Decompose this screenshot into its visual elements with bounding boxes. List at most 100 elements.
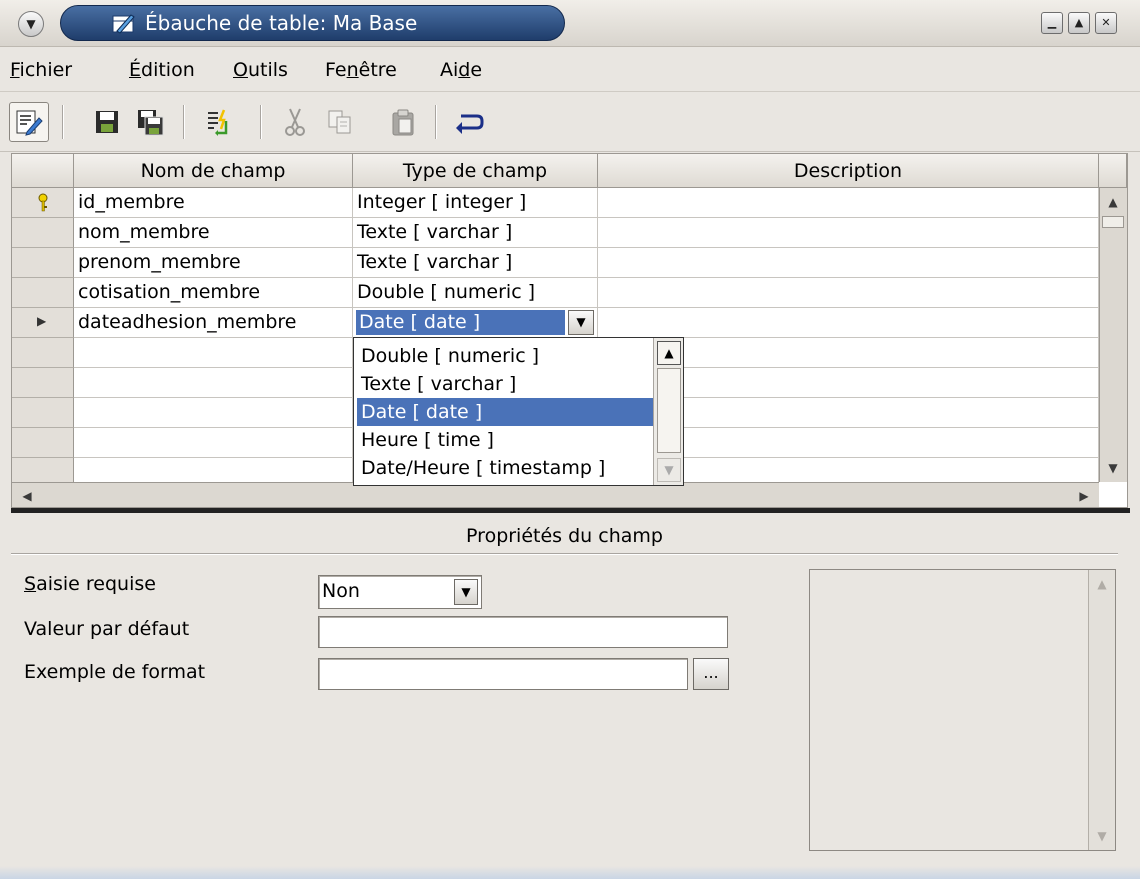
chevron-down-icon[interactable]: ▼ (454, 579, 478, 605)
dropdown-scroll-thumb[interactable] (657, 368, 681, 453)
default-value-input[interactable] (318, 616, 728, 648)
window-menu-button[interactable]: ▼ (18, 11, 44, 37)
field-description-cell[interactable] (598, 278, 1099, 308)
column-header-name[interactable]: Nom de champ (74, 154, 353, 188)
cut-button[interactable] (275, 102, 315, 142)
close-button[interactable]: ✕ (1095, 12, 1117, 34)
paste-icon (392, 109, 414, 136)
edit-mode-icon (16, 110, 43, 136)
menu-aide[interactable]: Aide (440, 58, 482, 82)
field-name-cell[interactable]: cotisation_membre (74, 278, 353, 308)
help-scroll-down-icon[interactable]: ▼ (1089, 824, 1115, 848)
save-icon (96, 111, 118, 133)
field-name-cell[interactable] (74, 368, 353, 398)
field-type-cell[interactable]: Texte [ varchar ] (353, 218, 598, 248)
format-browse-button[interactable]: ... (693, 658, 729, 690)
minimize-button[interactable]: ▁ (1041, 12, 1063, 34)
row-header[interactable] (12, 248, 74, 278)
window-title-pill: Ébauche de table: Ma Base (60, 5, 565, 41)
undo-icon (456, 114, 484, 134)
cut-icon (285, 108, 305, 136)
required-select[interactable]: Non ▼ (318, 575, 482, 609)
minimize-icon: ▁ (1047, 16, 1057, 29)
scroll-up-icon[interactable]: ▲ (1100, 190, 1126, 214)
menu-bar: Fichier Édition Outils Fenêtre Aide (0, 48, 1140, 92)
help-text-box: ▲ ▼ (809, 569, 1116, 851)
paste-button[interactable] (383, 102, 423, 142)
chevron-down-icon[interactable]: ▼ (568, 310, 594, 335)
header-scroll-corner (1099, 154, 1127, 188)
toolbar-separator (183, 105, 185, 139)
field-type-cell[interactable]: Date [ date ] ▼ (353, 308, 598, 338)
field-name-cell[interactable]: dateadhesion_membre (74, 308, 353, 338)
window-title: Ébauche de table: Ma Base (145, 11, 418, 35)
column-header-description[interactable]: Description (598, 154, 1099, 188)
edit-mode-button[interactable] (9, 102, 49, 142)
help-scroll-up-icon[interactable]: ▲ (1089, 572, 1115, 596)
dropdown-scrollbar[interactable]: ▲ ▼ (653, 338, 683, 485)
scroll-left-icon[interactable]: ◀ (14, 484, 40, 507)
field-type-cell[interactable]: Integer [ integer ] (353, 188, 598, 218)
field-name-cell[interactable] (74, 398, 353, 428)
field-properties-panel: Propriétés du champ Saisie requise Non ▼… (0, 513, 1140, 879)
format-example-input[interactable] (318, 658, 688, 690)
properties-separator (11, 553, 1118, 555)
index-design-button[interactable] (199, 102, 239, 142)
toolbar-separator (435, 105, 437, 139)
dropdown-scroll-up-icon[interactable]: ▲ (657, 341, 681, 365)
row-header[interactable]: ▶ (12, 308, 74, 338)
row-header[interactable] (12, 428, 74, 458)
field-name-cell[interactable]: id_membre (74, 188, 353, 218)
row-header[interactable] (12, 218, 74, 248)
table-design-icon (112, 14, 135, 34)
grid-vertical-scrollbar[interactable]: ▲ ▼ (1099, 188, 1127, 482)
scroll-right-icon[interactable]: ▶ (1071, 484, 1097, 507)
current-row-icon: ▶ (37, 314, 47, 328)
type-option[interactable]: Double [ numeric ] (357, 342, 653, 370)
field-name-cell[interactable]: nom_membre (74, 218, 353, 248)
copy-button[interactable] (320, 102, 360, 142)
row-header[interactable] (12, 368, 74, 398)
field-description-cell[interactable] (598, 188, 1099, 218)
scroll-down-icon[interactable]: ▼ (1100, 456, 1126, 480)
type-option[interactable]: Date [ date ] (357, 398, 653, 426)
field-name-cell[interactable] (74, 428, 353, 458)
undo-button[interactable] (449, 102, 489, 142)
type-option[interactable]: Heure [ time ] (357, 426, 653, 454)
copy-icon (328, 110, 351, 134)
field-type-cell[interactable]: Texte [ varchar ] (353, 248, 598, 278)
save-as-icon (138, 110, 164, 136)
dropdown-scroll-down-icon[interactable]: ▼ (657, 458, 681, 482)
field-type-cell[interactable]: Double [ numeric ] (353, 278, 598, 308)
menu-fenetre[interactable]: Fenêtre (325, 58, 397, 82)
type-dropdown-list[interactable]: Double [ numeric ] Texte [ varchar ] Date … (353, 337, 684, 486)
row-header[interactable] (12, 188, 74, 218)
toolbar-separator (62, 105, 64, 139)
properties-title: Propriétés du champ (466, 525, 663, 547)
scroll-thumb[interactable] (1102, 216, 1124, 228)
type-option[interactable]: Texte [ varchar ] (357, 370, 653, 398)
save-button[interactable] (87, 102, 127, 142)
field-name-cell[interactable]: prenom_membre (74, 248, 353, 278)
save-as-button[interactable] (130, 102, 170, 142)
field-type-combo-value: Date [ date ] (356, 310, 565, 335)
row-header[interactable] (12, 278, 74, 308)
field-description-cell[interactable] (598, 218, 1099, 248)
menu-fichier[interactable]: Fichier (10, 58, 72, 82)
required-label: Saisie requise (24, 573, 156, 595)
column-header-type[interactable]: Type de champ (353, 154, 598, 188)
menu-outils[interactable]: Outils (233, 58, 288, 82)
menu-edition[interactable]: Édition (129, 58, 195, 82)
help-scrollbar[interactable]: ▲ ▼ (1088, 570, 1115, 850)
index-design-icon (208, 109, 228, 136)
required-value: Non (322, 580, 360, 602)
field-description-cell[interactable] (598, 248, 1099, 278)
window-bottom-border (0, 866, 1140, 879)
field-name-cell[interactable] (74, 338, 353, 368)
field-description-cell[interactable] (598, 308, 1099, 338)
row-header[interactable] (12, 398, 74, 428)
type-option[interactable]: Date/Heure [ timestamp ] (357, 454, 653, 482)
maximize-button[interactable]: ▲ (1068, 12, 1090, 34)
row-header[interactable] (12, 338, 74, 368)
toolbar (0, 93, 1140, 152)
